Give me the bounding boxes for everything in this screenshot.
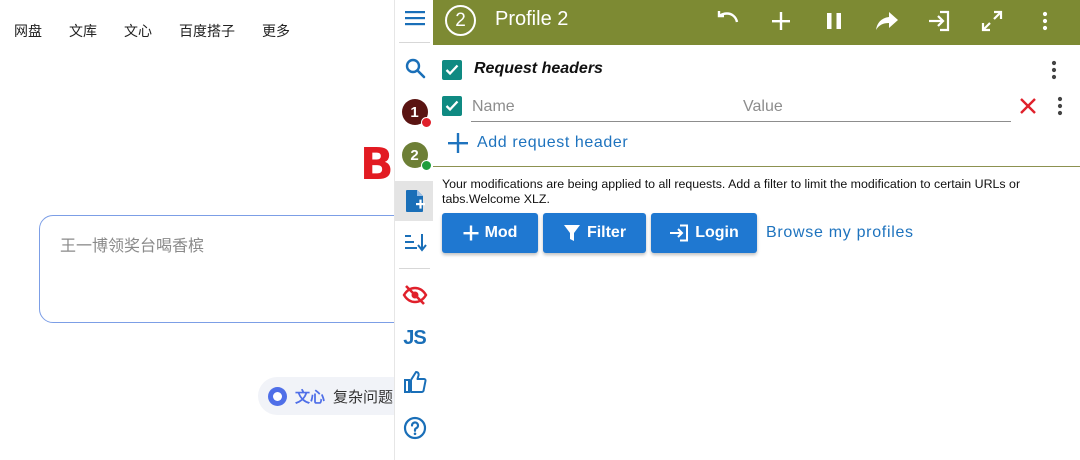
- thumbs-up-icon: [403, 371, 427, 394]
- filter-icon: [563, 225, 580, 241]
- js-button[interactable]: JS: [395, 320, 434, 356]
- share-arrow-icon: [876, 12, 898, 30]
- export-button[interactable]: [924, 6, 954, 36]
- profile-title[interactable]: Profile 2: [495, 8, 568, 31]
- background-nav: 网盘 文库 文心 百度搭子 更多: [14, 21, 290, 41]
- add-button[interactable]: [766, 6, 796, 36]
- browse-profiles-link[interactable]: Browse my profiles: [766, 224, 914, 242]
- plus-icon: [463, 225, 479, 241]
- login-arrow-icon: [929, 10, 950, 32]
- login-button[interactable]: Login: [651, 213, 757, 253]
- nav-wenxin[interactable]: 文心: [124, 21, 152, 41]
- request-headers-section: Request headers: [433, 52, 1080, 88]
- check-icon: [445, 100, 459, 112]
- profile-topbar: 2 Profile 2: [433, 0, 1080, 45]
- help-button[interactable]: [395, 410, 434, 446]
- section-divider: [433, 166, 1080, 167]
- sort-icon: [404, 234, 427, 252]
- more-menu-button[interactable]: [1030, 6, 1060, 36]
- header-value-input[interactable]: [742, 92, 1011, 122]
- search-placeholder: 王一博领奖台喝香槟: [60, 236, 205, 255]
- profile-2-avatar: 2: [401, 142, 432, 171]
- header-name-input[interactable]: [471, 92, 742, 122]
- request-headers-title: Request headers: [474, 60, 603, 77]
- more-vertical-icon: [1057, 96, 1063, 116]
- profile-1-status-dot: [420, 117, 432, 128]
- plus-icon: [448, 133, 468, 153]
- close-icon: [1020, 98, 1036, 114]
- profile-1-number: 1: [410, 103, 419, 121]
- add-filter-button[interactable]: Filter: [543, 213, 646, 253]
- share-button[interactable]: [872, 6, 902, 36]
- check-icon: [445, 64, 459, 76]
- sidebar-divider: [399, 268, 430, 269]
- sort-button[interactable]: [395, 224, 434, 260]
- sidebar-divider: [399, 42, 430, 43]
- like-button[interactable]: [395, 364, 434, 400]
- sidebar-profile-1[interactable]: 1: [395, 94, 434, 130]
- pause-icon: [827, 13, 841, 29]
- add-request-header-label: Add request header: [477, 134, 629, 151]
- more-vertical-icon: [1042, 11, 1048, 31]
- header-row: [433, 88, 1080, 124]
- chip-brand: 文心: [295, 387, 326, 406]
- search-icon: [405, 58, 425, 79]
- profile-badge[interactable]: 2: [445, 5, 476, 36]
- expand-icon: [981, 10, 1003, 32]
- expand-button[interactable]: [977, 6, 1007, 36]
- add-request-header-button[interactable]: Add request header: [447, 129, 628, 157]
- wenxin-logo-icon: [268, 386, 287, 406]
- plus-icon: [772, 12, 790, 30]
- undo-icon: [717, 11, 739, 23]
- nav-more[interactable]: 更多: [262, 21, 290, 41]
- eye-off-icon: [402, 285, 427, 305]
- login-arrow-icon: [670, 224, 689, 242]
- hide-button[interactable]: [395, 277, 434, 313]
- file-add-icon: [405, 190, 425, 212]
- section-menu-button[interactable]: [1044, 58, 1064, 82]
- profile-2-number: 2: [410, 146, 419, 164]
- nav-netdisk[interactable]: 网盘: [14, 21, 42, 41]
- request-headers-checkbox[interactable]: [442, 60, 462, 80]
- header-row-checkbox[interactable]: [442, 96, 462, 116]
- header-row-menu-button[interactable]: [1050, 94, 1070, 118]
- help-circle-icon: [403, 416, 426, 440]
- delete-header-button[interactable]: [1017, 95, 1039, 117]
- action-buttons: Mod Filter Login Browse my profiles: [442, 213, 914, 253]
- add-mod-button[interactable]: Mod: [442, 213, 538, 253]
- search-button[interactable]: [395, 50, 434, 86]
- undo-button[interactable]: [713, 6, 743, 36]
- nav-dazi[interactable]: 百度搭子: [179, 21, 235, 41]
- more-vertical-icon: [1051, 60, 1057, 80]
- mod-label: Mod: [484, 224, 518, 241]
- menu-button[interactable]: [395, 0, 434, 36]
- baidu-logo-fragment: B: [360, 139, 394, 190]
- pause-button[interactable]: [819, 6, 849, 36]
- profile-1-avatar: 1: [401, 99, 432, 128]
- js-label: JS: [403, 326, 426, 349]
- add-profile-button[interactable]: [395, 181, 434, 221]
- sidebar-profile-2[interactable]: 2: [395, 137, 434, 173]
- filter-label: Filter: [586, 224, 627, 241]
- chip-text: 复杂问题: [333, 387, 394, 406]
- nav-wenku[interactable]: 文库: [69, 21, 97, 41]
- hamburger-icon: [404, 11, 425, 26]
- profile-2-status-dot: [420, 160, 432, 171]
- modification-info-text: Your modifications are being applied to …: [442, 177, 1021, 206]
- extension-sidebar: 1 2 JS: [394, 0, 434, 460]
- login-label: Login: [695, 224, 739, 241]
- profile-panel: 2 Profile 2 Request headers Name Value A…: [433, 0, 1080, 460]
- background-search-box[interactable]: 王一博领奖台喝香槟: [39, 215, 439, 323]
